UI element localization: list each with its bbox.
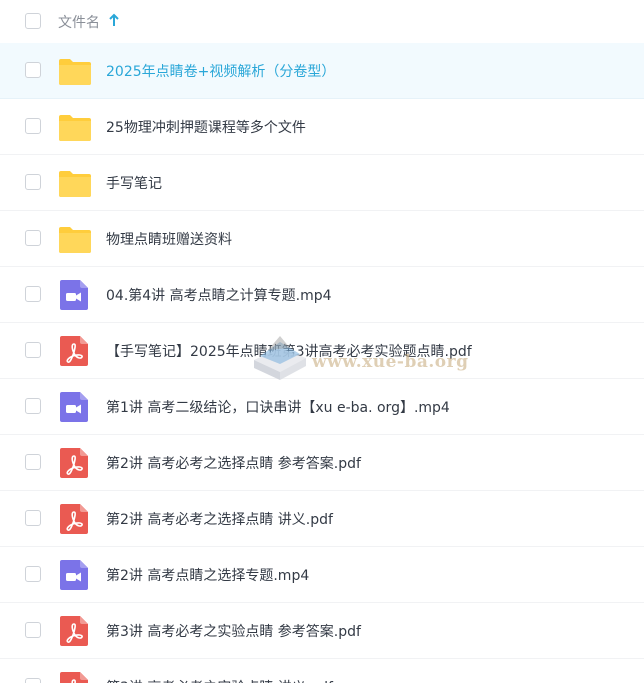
video-file-icon: [58, 280, 92, 310]
file-row[interactable]: 物理点睛班赠送资料: [0, 211, 644, 267]
row-checkbox[interactable]: [25, 678, 41, 683]
video-file-icon: [58, 392, 92, 422]
file-list-header: 文件名: [0, 0, 644, 44]
row-checkbox[interactable]: [25, 62, 41, 78]
folder-icon: [58, 112, 92, 142]
file-row[interactable]: 第3讲 高考必考之实验点睛 讲义.pdf: [0, 659, 644, 683]
row-checkbox[interactable]: [25, 118, 41, 134]
file-name[interactable]: 【手写笔记】2025年点睛班第3讲高考必考实验题点睛.pdf: [106, 341, 472, 361]
folder-icon: [58, 56, 92, 86]
file-name[interactable]: 手写笔记: [106, 173, 162, 193]
file-name[interactable]: 第3讲 高考必考之实验点睛 参考答案.pdf: [106, 621, 361, 641]
folder-icon: [58, 224, 92, 254]
file-row[interactable]: 04.第4讲 高考点睛之计算专题.mp4: [0, 267, 644, 323]
file-name[interactable]: 第2讲 高考点睛之选择专题.mp4: [106, 565, 309, 585]
file-name[interactable]: 物理点睛班赠送资料: [106, 229, 232, 249]
file-row[interactable]: 第2讲 高考必考之选择点睛 参考答案.pdf: [0, 435, 644, 491]
row-checkbox[interactable]: [25, 342, 41, 358]
pdf-file-icon: [58, 336, 92, 366]
select-all-checkbox[interactable]: [25, 13, 41, 29]
pdf-file-icon: [58, 448, 92, 478]
file-row[interactable]: 【手写笔记】2025年点睛班第3讲高考必考实验题点睛.pdf: [0, 323, 644, 379]
file-name[interactable]: 第2讲 高考必考之选择点睛 参考答案.pdf: [106, 453, 361, 473]
row-checkbox[interactable]: [25, 510, 41, 526]
file-name[interactable]: 第2讲 高考必考之选择点睛 讲义.pdf: [106, 509, 333, 529]
row-checkbox[interactable]: [25, 566, 41, 582]
row-checkbox[interactable]: [25, 286, 41, 302]
file-row[interactable]: 第1讲 高考二级结论，口诀串讲【xu e-ba. org】.mp4: [0, 379, 644, 435]
file-row[interactable]: 25物理冲刺押题课程等多个文件: [0, 99, 644, 155]
file-list: 文件名 2025年点睛卷+视频解析（分卷型） 25物理冲刺押题课程等多个文件 手写笔…: [0, 0, 644, 683]
file-row[interactable]: 第2讲 高考点睛之选择专题.mp4: [0, 547, 644, 603]
pdf-file-icon: [58, 616, 92, 646]
row-checkbox[interactable]: [25, 230, 41, 246]
video-file-icon: [58, 560, 92, 590]
file-name[interactable]: 第1讲 高考二级结论，口诀串讲【xu e-ba. org】.mp4: [106, 397, 450, 417]
file-row[interactable]: 第2讲 高考必考之选择点睛 讲义.pdf: [0, 491, 644, 547]
filename-column-header[interactable]: 文件名: [58, 12, 100, 32]
file-row[interactable]: 第3讲 高考必考之实验点睛 参考答案.pdf: [0, 603, 644, 659]
file-name[interactable]: 04.第4讲 高考点睛之计算专题.mp4: [106, 285, 332, 305]
file-row[interactable]: 2025年点睛卷+视频解析（分卷型）: [0, 43, 644, 99]
row-checkbox[interactable]: [25, 174, 41, 190]
row-checkbox[interactable]: [25, 398, 41, 414]
file-name[interactable]: 2025年点睛卷+视频解析（分卷型）: [106, 61, 335, 81]
file-name[interactable]: 25物理冲刺押题课程等多个文件: [106, 117, 306, 137]
pdf-file-icon: [58, 504, 92, 534]
sort-ascending-icon[interactable]: [108, 12, 120, 28]
file-row[interactable]: 手写笔记: [0, 155, 644, 211]
file-name[interactable]: 第3讲 高考必考之实验点睛 讲义.pdf: [106, 677, 333, 683]
row-checkbox[interactable]: [25, 622, 41, 638]
pdf-file-icon: [58, 672, 92, 683]
row-checkbox[interactable]: [25, 454, 41, 470]
folder-icon: [58, 168, 92, 198]
